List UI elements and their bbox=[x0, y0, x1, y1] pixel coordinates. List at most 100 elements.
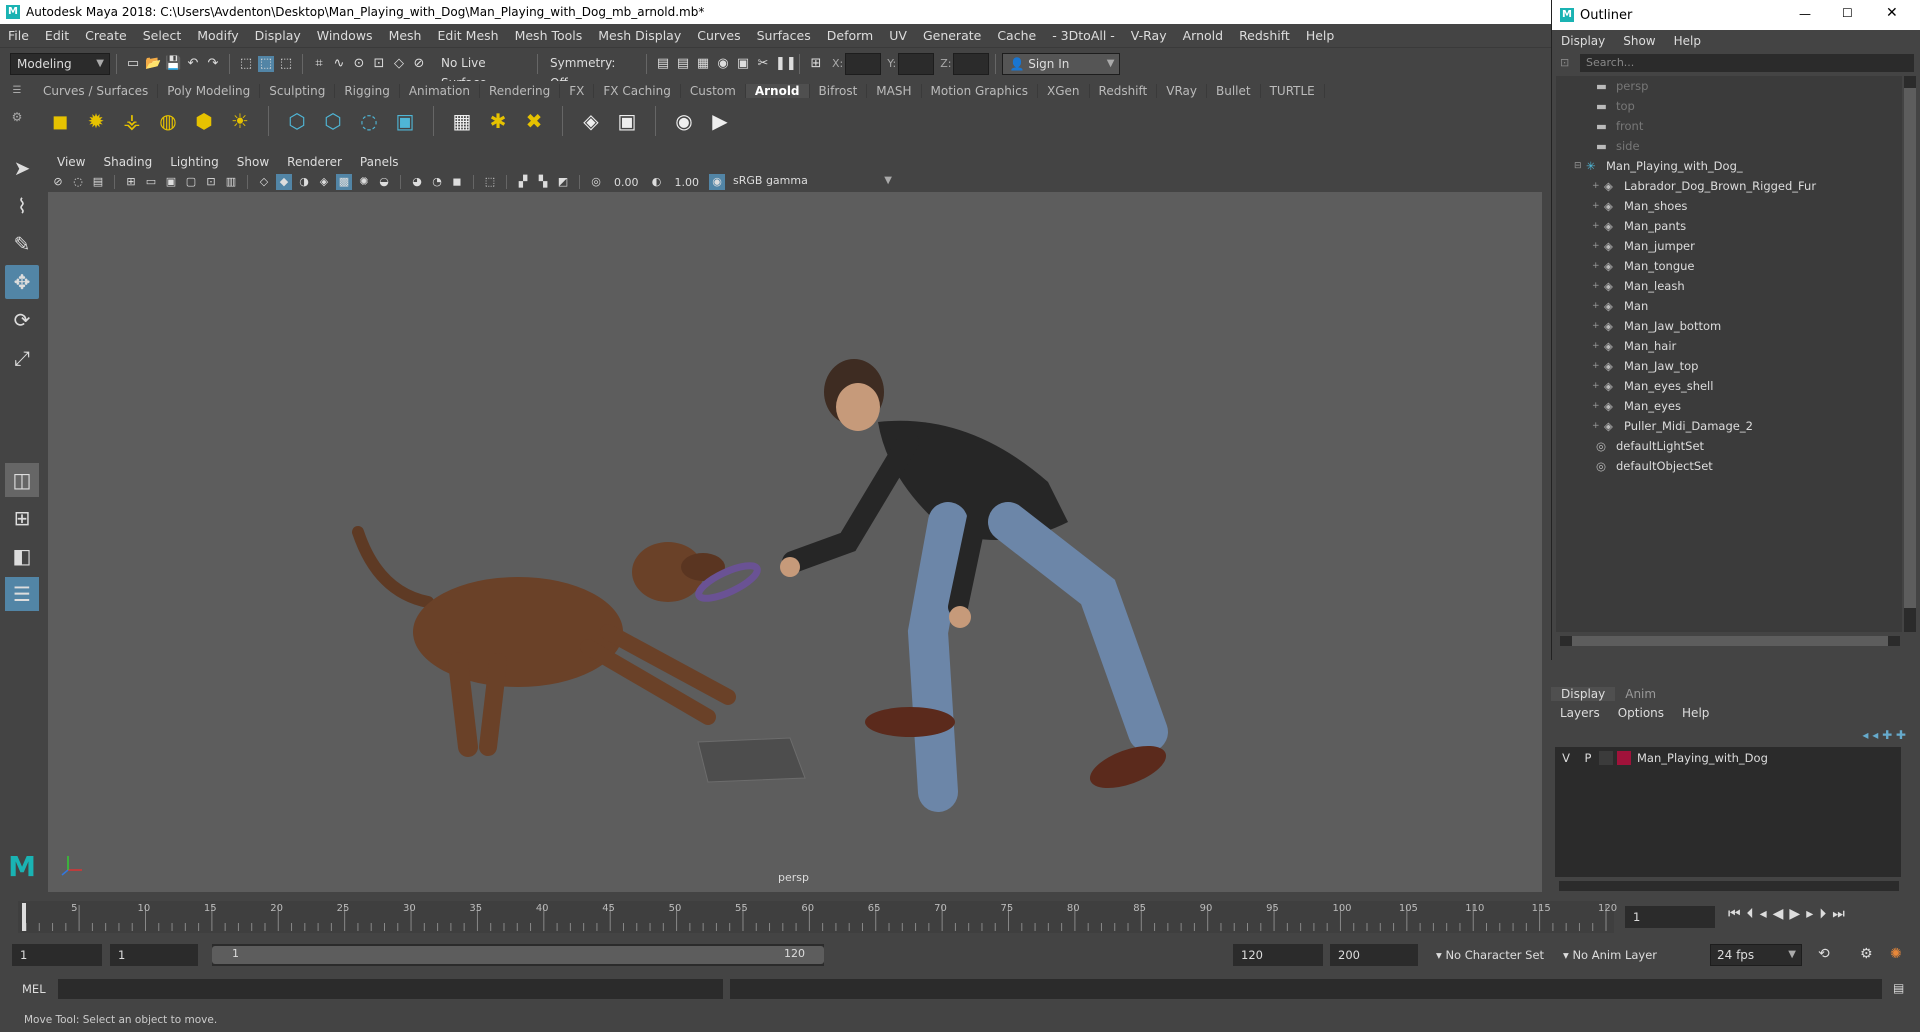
open-scene-icon[interactable]: 📂 bbox=[145, 56, 161, 72]
panel-menu-renderer[interactable]: Renderer bbox=[278, 155, 351, 169]
shelf-tab-xgen[interactable]: XGen bbox=[1038, 84, 1090, 98]
menu-cache[interactable]: Cache bbox=[989, 28, 1044, 43]
color-management-icon[interactable]: ◉ bbox=[709, 174, 725, 190]
shelf-tab-arnold[interactable]: Arnold bbox=[745, 84, 810, 98]
select-component-icon[interactable]: ⬚ bbox=[278, 56, 294, 72]
shelf-settings-icon[interactable]: ⚙ bbox=[0, 110, 34, 124]
menu-create[interactable]: Create bbox=[77, 28, 135, 43]
menu-file[interactable]: File bbox=[0, 28, 37, 43]
outliner-filter-icon[interactable]: ⊡ bbox=[1560, 56, 1569, 69]
wireframe-icon[interactable]: ◇ bbox=[256, 174, 272, 190]
panel-menu-shading[interactable]: Shading bbox=[94, 155, 161, 169]
outliner-item[interactable]: + ◈ Man_hair bbox=[1556, 336, 1902, 356]
outliner-vscrollbar[interactable] bbox=[1904, 76, 1916, 632]
menu-uv[interactable]: UV bbox=[881, 28, 915, 43]
shadows-icon[interactable]: ◒ bbox=[376, 174, 392, 190]
minimize-icon[interactable]: — bbox=[1799, 7, 1811, 21]
hypershade-icon[interactable]: ◉ bbox=[715, 56, 731, 72]
menu-generate[interactable]: Generate bbox=[915, 28, 989, 43]
curve-collector-icon[interactable]: ◌ bbox=[354, 106, 384, 136]
menu-curves[interactable]: Curves bbox=[689, 28, 748, 43]
gamma-value[interactable]: 1.00 bbox=[675, 176, 700, 189]
panel-menu-view[interactable]: View bbox=[48, 155, 94, 169]
outliner-item[interactable]: ◎ defaultObjectSet bbox=[1556, 456, 1902, 476]
live-surface-field[interactable]: No Live Surface bbox=[435, 52, 531, 90]
layer-hscrollbar[interactable] bbox=[1559, 881, 1899, 891]
outliner-item[interactable]: + ◈ Man_eyes_shell bbox=[1556, 376, 1902, 396]
expand-icon[interactable]: + bbox=[1592, 361, 1604, 371]
outliner-item[interactable]: ◎ defaultLightSet bbox=[1556, 436, 1902, 456]
save-scene-icon[interactable]: 💾 bbox=[165, 56, 181, 72]
arnold-render-play-icon[interactable]: ▶ bbox=[705, 106, 735, 136]
export-stand-in-icon[interactable]: ⬡ bbox=[318, 106, 348, 136]
mel-label[interactable]: MEL bbox=[22, 982, 46, 996]
field-chart-icon[interactable]: ⊡ bbox=[203, 174, 219, 190]
expand-icon[interactable]: + bbox=[1592, 181, 1604, 191]
outliner-item[interactable]: + ◈ Man_Jaw_bottom bbox=[1556, 316, 1902, 336]
outliner-item[interactable]: + ◈ Man_eyes bbox=[1556, 396, 1902, 416]
playback-end-field[interactable]: 120 bbox=[1233, 944, 1323, 966]
loop-icon[interactable]: ⟲ bbox=[1818, 946, 1830, 962]
outliner-item[interactable]: + ◈ Man_jumper bbox=[1556, 236, 1902, 256]
single-perspective-layout-icon[interactable]: ◫ bbox=[5, 463, 39, 497]
shelf-tab-turtle[interactable]: TURTLE bbox=[1261, 84, 1325, 98]
x-field[interactable] bbox=[845, 52, 882, 75]
panel-menu-show[interactable]: Show bbox=[228, 155, 278, 169]
menu-mesh-tools[interactable]: Mesh Tools bbox=[507, 28, 591, 43]
range-slider[interactable]: 1 120 bbox=[212, 944, 824, 966]
outliner-item[interactable]: ▬ top bbox=[1556, 96, 1902, 116]
step-forward-key-icon[interactable]: ⏵ bbox=[1819, 906, 1832, 922]
collapse-icon[interactable]: ⊟ bbox=[1574, 161, 1586, 171]
smooth-shade-icon[interactable]: ◆ bbox=[276, 174, 292, 190]
expand-icon[interactable]: + bbox=[1592, 301, 1604, 311]
current-frame-field[interactable]: 1 bbox=[1625, 906, 1715, 928]
play-forwards-icon[interactable]: ▶ bbox=[1789, 906, 1806, 922]
ipr-render-icon[interactable]: ▤ bbox=[675, 56, 691, 72]
expand-icon[interactable]: + bbox=[1592, 281, 1604, 291]
menu-v-ray[interactable]: V-Ray bbox=[1123, 28, 1175, 43]
outliner-menu-help[interactable]: Help bbox=[1665, 34, 1710, 48]
playback-controls[interactable]: ⏮⏴◂◀▶▸⏵⏭ bbox=[1728, 906, 1851, 922]
outliner-hscrollbar[interactable] bbox=[1560, 636, 1900, 646]
paint-select-tool-icon[interactable]: ✎ bbox=[5, 227, 39, 261]
expand-icon[interactable]: + bbox=[1592, 381, 1604, 391]
outliner-item[interactable]: + ◈ Labrador_Dog_Brown_Rigged_Fur bbox=[1556, 176, 1902, 196]
menu-select[interactable]: Select bbox=[135, 28, 190, 43]
snap-grid-icon[interactable]: ⌗ bbox=[311, 56, 327, 72]
area-light-icon[interactable]: ◼ bbox=[45, 106, 75, 136]
select-tool-icon[interactable]: ➤ bbox=[5, 151, 39, 185]
shelf-tab-sculpting[interactable]: Sculpting bbox=[260, 84, 336, 98]
safe-action-icon[interactable]: ▥ bbox=[223, 174, 239, 190]
ssao-icon[interactable]: ▞ bbox=[515, 174, 531, 190]
use-all-lights-icon[interactable]: ✺ bbox=[356, 174, 372, 190]
layers-menu[interactable]: Layers bbox=[1551, 706, 1609, 720]
workspace-dropdown[interactable]: Modeling ▼ bbox=[10, 52, 110, 75]
shelf-tab-bifrost[interactable]: Bifrost bbox=[810, 84, 868, 98]
menu-mesh-display[interactable]: Mesh Display bbox=[590, 28, 689, 43]
menu-redshift[interactable]: Redshift bbox=[1231, 28, 1298, 43]
symmetry-dropdown[interactable]: Symmetry: Off bbox=[544, 52, 640, 90]
rotate-tool-icon[interactable]: ⟳ bbox=[5, 303, 39, 337]
arnold-render-icon[interactable]: ✂ bbox=[755, 56, 771, 72]
anim-layer-dropdown[interactable]: ▾ No Anim Layer bbox=[1563, 944, 1683, 966]
outliner-item[interactable]: + ◈ Puller_Midi_Damage_2 bbox=[1556, 416, 1902, 436]
undo-icon[interactable]: ↶ bbox=[185, 56, 201, 72]
film-gate-icon[interactable]: ▭ bbox=[143, 174, 159, 190]
expand-icon[interactable]: + bbox=[1592, 201, 1604, 211]
pause-render-icon[interactable]: ❚❚ bbox=[775, 56, 797, 72]
menu-edit-mesh[interactable]: Edit Mesh bbox=[429, 28, 506, 43]
outliner-menu-display[interactable]: Display bbox=[1552, 34, 1614, 48]
maximize-icon[interactable]: ☐ bbox=[1842, 6, 1853, 20]
outliner-item[interactable]: ▬ front bbox=[1556, 116, 1902, 136]
menu-3dtoall[interactable]: - 3DtoAll - bbox=[1044, 28, 1123, 43]
outliner-item[interactable]: + ◈ Man_tongue bbox=[1556, 256, 1902, 276]
render-view-eye-icon[interactable]: ◉ bbox=[669, 106, 699, 136]
exposure-icon[interactable]: ◎ bbox=[588, 174, 604, 190]
step-back-frame-icon[interactable]: ◂ bbox=[1760, 906, 1773, 922]
four-view-layout-icon[interactable]: ⊞ bbox=[5, 501, 39, 535]
outliner-item[interactable]: ▬ side bbox=[1556, 136, 1902, 156]
expand-icon[interactable]: + bbox=[1592, 341, 1604, 351]
resolution-gate-icon[interactable]: ▣ bbox=[163, 174, 179, 190]
close-icon[interactable]: ✕ bbox=[1886, 5, 1898, 21]
point-light-icon[interactable]: ✹ bbox=[81, 106, 111, 136]
